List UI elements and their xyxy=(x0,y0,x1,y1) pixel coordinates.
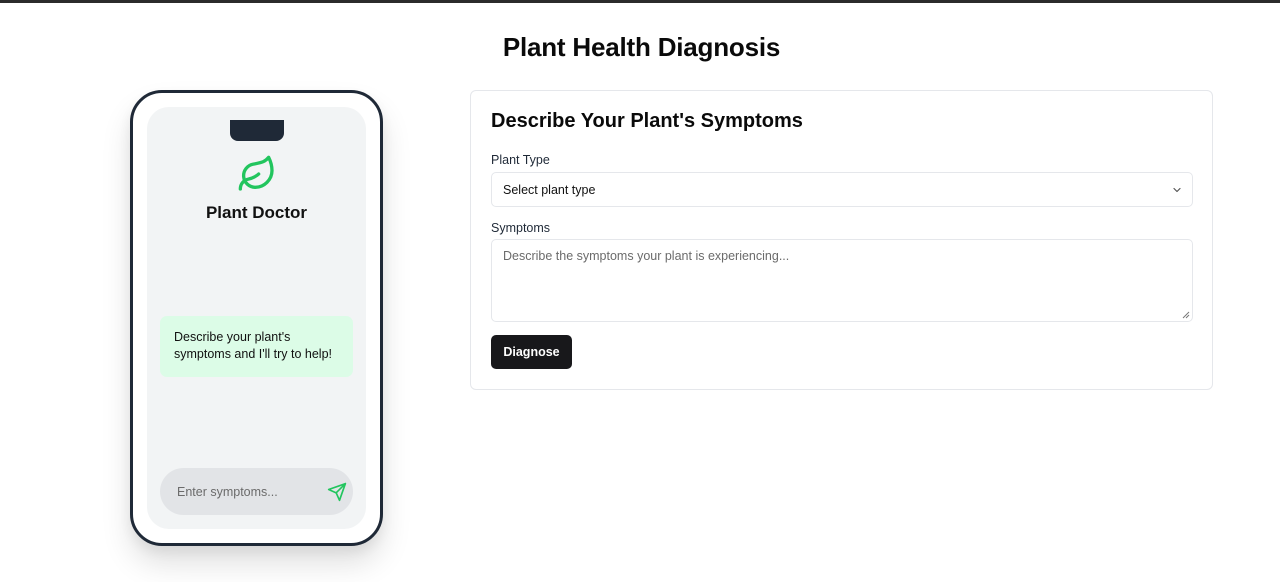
symptoms-textarea[interactable] xyxy=(492,240,1192,321)
plant-type-value: Select plant type xyxy=(503,183,596,197)
symptoms-textarea-wrapper xyxy=(491,239,1193,322)
bot-message-bubble: Describe your plant's symptoms and I'll … xyxy=(160,316,353,377)
page-title: Plant Health Diagnosis xyxy=(502,32,781,62)
symptoms-label: Symptoms xyxy=(491,221,551,235)
symptoms-form-card: Describe Your Plant's Symptoms Plant Typ… xyxy=(470,90,1213,390)
send-icon[interactable] xyxy=(327,482,347,502)
plant-type-select[interactable]: Select plant type xyxy=(491,172,1193,207)
top-border xyxy=(0,0,1280,3)
chat-input-bar xyxy=(160,468,353,515)
diagnose-button[interactable]: Diagnose xyxy=(491,335,572,369)
chevron-down-icon xyxy=(1173,187,1181,193)
form-title: Describe Your Plant's Symptoms xyxy=(491,110,803,132)
resize-handle-icon[interactable] xyxy=(1182,311,1190,319)
leaf-icon xyxy=(238,155,274,191)
phone-mockup: Plant Doctor Describe your plant's sympt… xyxy=(130,90,383,546)
app-name: Plant Doctor xyxy=(205,203,308,222)
symptoms-chat-input[interactable] xyxy=(160,468,320,515)
plant-type-label: Plant Type xyxy=(491,153,550,167)
phone-screen: Plant Doctor Describe your plant's sympt… xyxy=(147,107,366,529)
phone-notch xyxy=(230,120,284,141)
